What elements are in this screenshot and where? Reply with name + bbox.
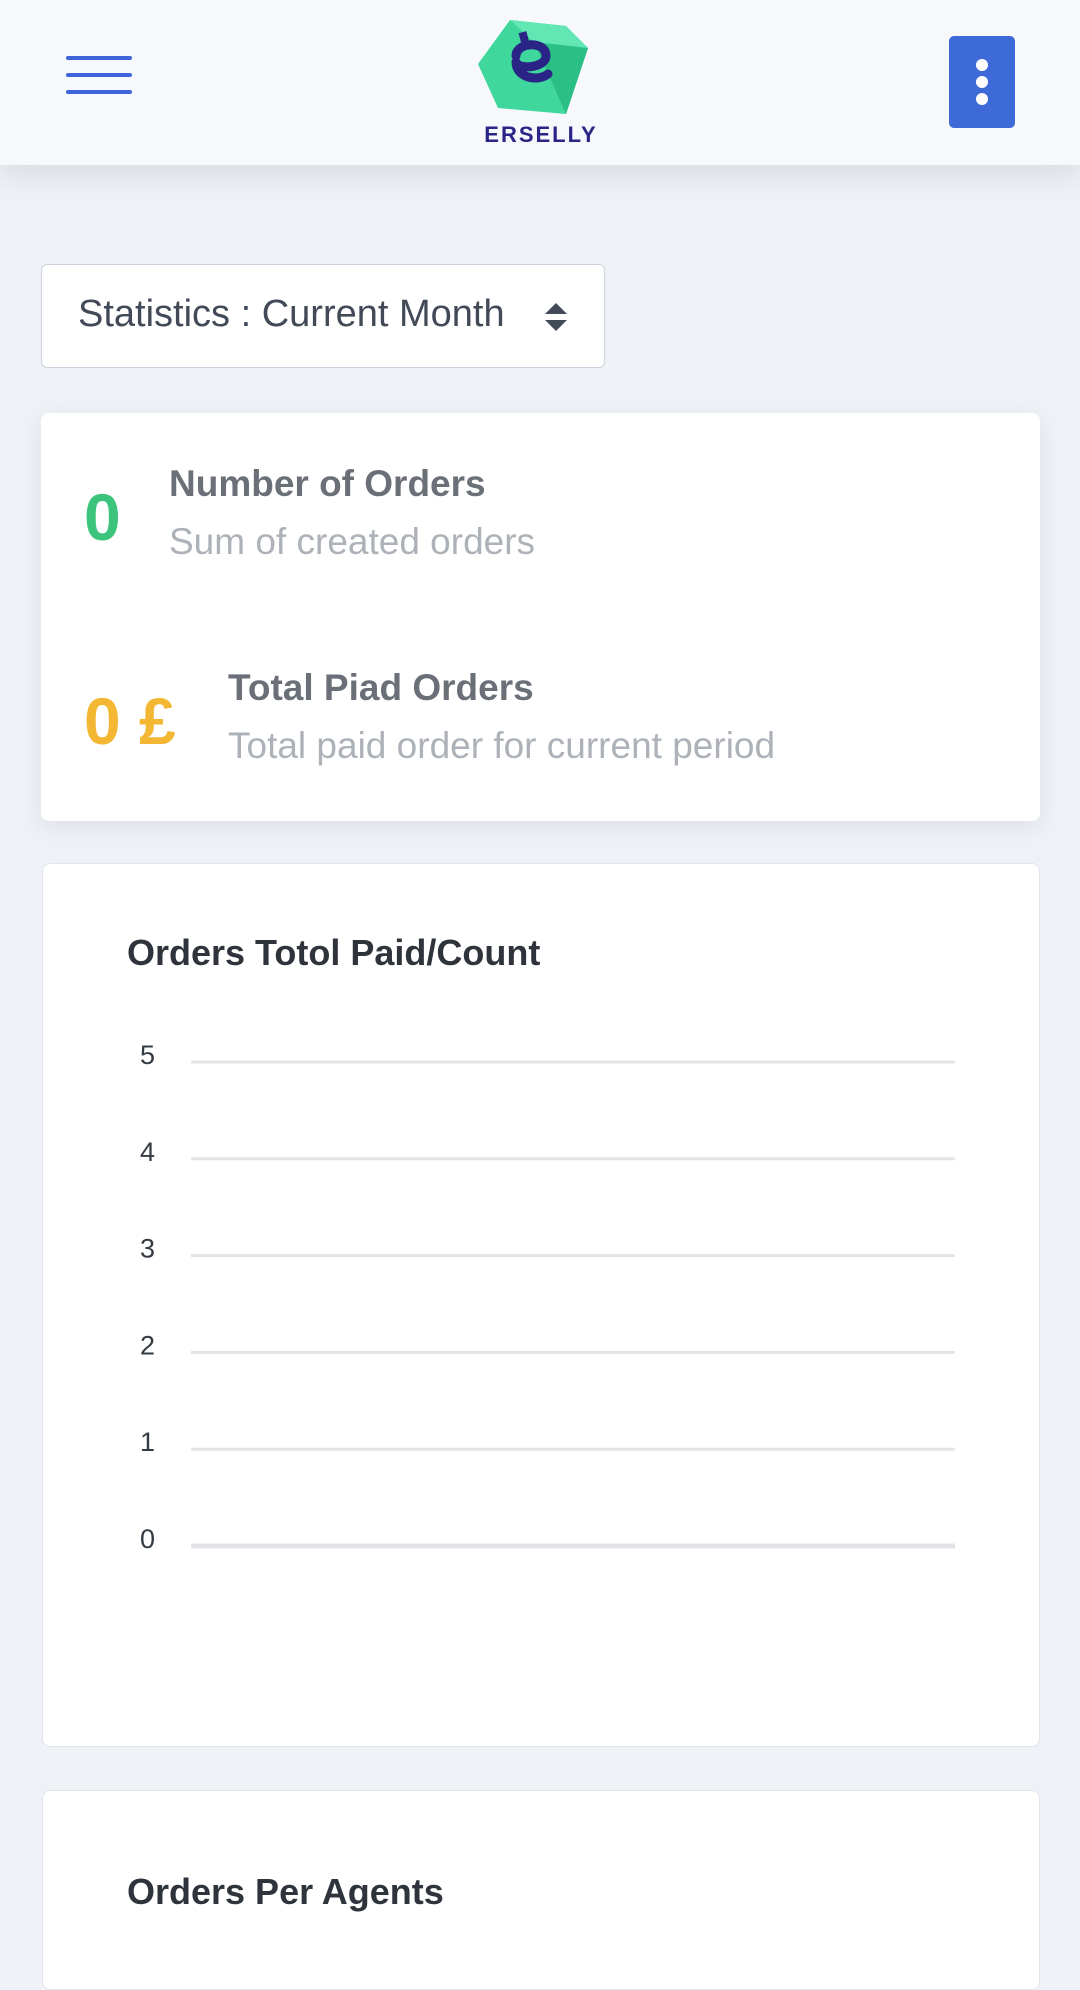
agents-panel-title: Orders Per Agents (127, 1871, 444, 1912)
hamburger-menu-icon[interactable] (66, 56, 132, 96)
menu-bar-line (66, 56, 132, 60)
orders-per-agents-panel: Orders Per Agents (42, 1790, 1040, 1990)
period-select-label: Statistics : Current Month (78, 293, 505, 335)
y-tick-label: 0 (140, 1524, 155, 1554)
stats-summary-card: 0 Number of Orders Sum of created orders… (41, 413, 1040, 821)
more-options-button[interactable] (949, 36, 1015, 128)
y-tick-label: 1 (140, 1427, 155, 1457)
menu-bar-line (66, 90, 132, 94)
paid-total-title: Total Piad Orders (228, 667, 534, 708)
orders-count-value: 0 (84, 480, 121, 554)
y-tick-label: 2 (140, 1330, 155, 1360)
paid-total-subtitle: Total paid order for current period (228, 725, 776, 766)
y-tick-label: 4 (140, 1137, 155, 1167)
y-tick-label: 3 (140, 1234, 155, 1264)
menu-bar-line (66, 73, 132, 77)
orders-chart-panel: Orders Totol Paid/Count 012345 (42, 863, 1040, 1747)
brand-logo[interactable]: ERSELLY (476, 18, 606, 148)
more-dot (976, 93, 988, 105)
sort-updown-icon (545, 303, 567, 331)
orders-line-chart: 0 1 2 3 4 5 (140, 1040, 955, 1554)
brand-name: ERSELLY (484, 122, 598, 147)
orders-count-title: Number of Orders (169, 463, 486, 504)
top-app-bar: ERSELLY (0, 0, 1080, 165)
more-dot (976, 59, 988, 71)
paid-total-value: 0 £ (84, 684, 176, 758)
statistics-period-select[interactable]: Statistics : Current Month (41, 264, 605, 368)
cube-logo-icon (478, 20, 588, 114)
more-dot (976, 76, 988, 88)
y-tick-label: 5 (140, 1040, 155, 1070)
orders-count-subtitle: Sum of created orders (169, 521, 536, 562)
